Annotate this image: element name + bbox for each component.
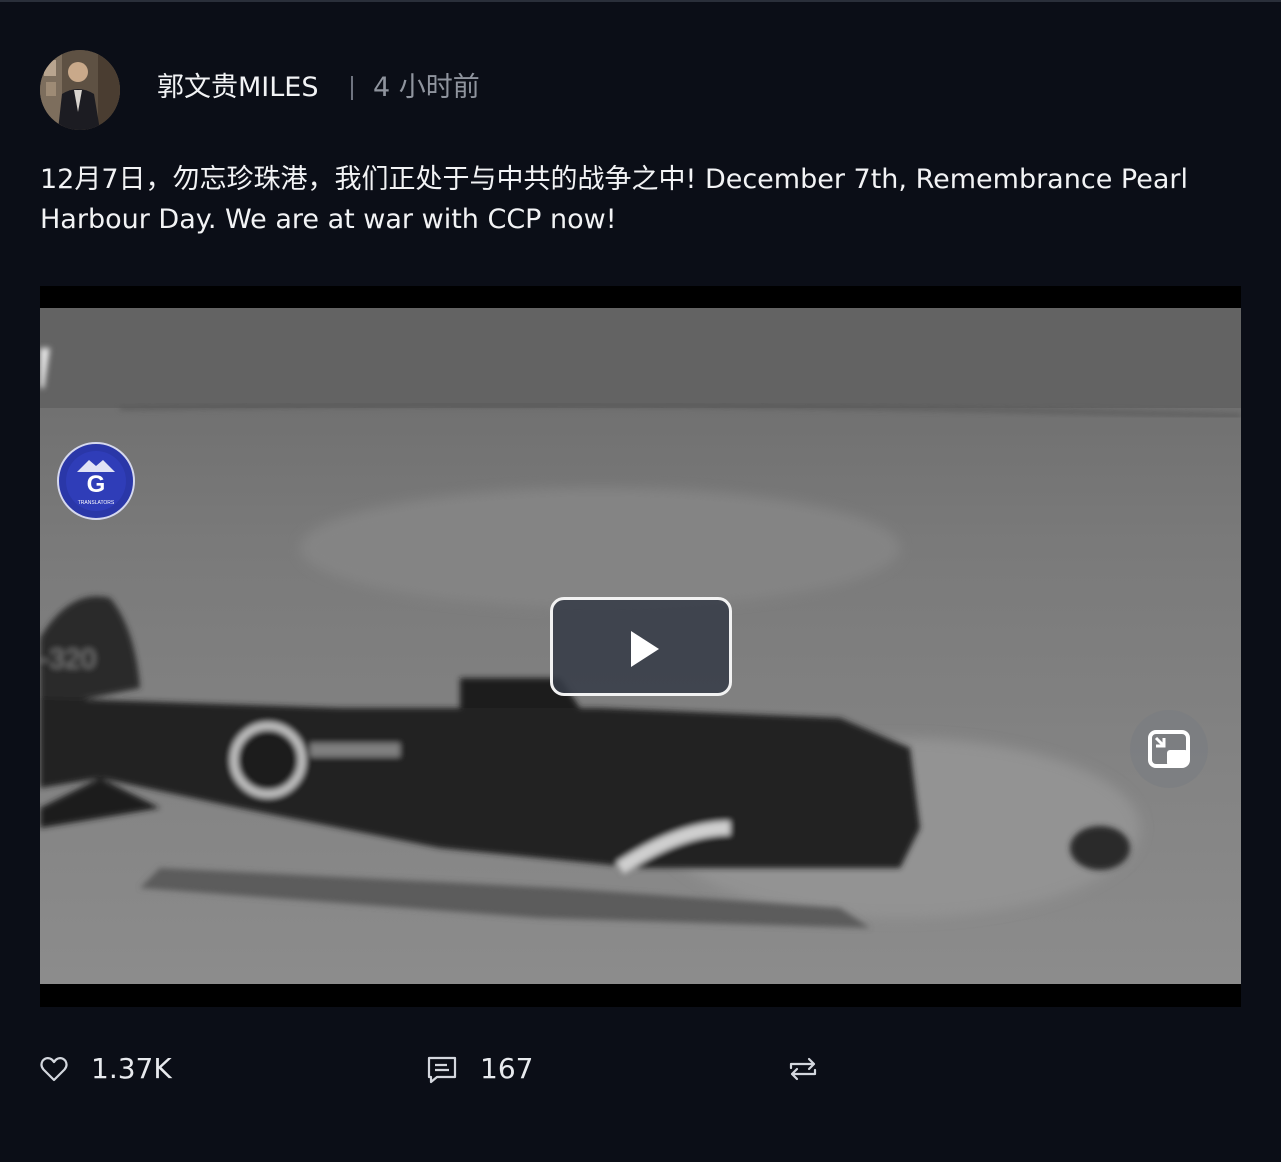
svg-text:-320: -320 [40,643,96,674]
comment-button[interactable]: 167 [427,1045,547,1095]
like-count: 1.37K [91,1052,172,1085]
translators-logo: G TRANSLATORS [57,442,135,520]
avatar[interactable] [40,50,120,130]
comment-count: 167 [480,1052,534,1085]
repost-icon [789,1057,817,1081]
play-button[interactable] [550,597,732,696]
picture-in-picture-icon [1148,730,1190,768]
post-card: 郭文贵MILES 4 小时前 12月7日，勿忘珍珠港，我们正处于与中共的战争之中… [0,0,1281,1162]
picture-in-picture-button[interactable] [1130,710,1208,788]
repost-button[interactable] [788,1045,828,1095]
post-time: 4 小时前 [373,72,480,103]
logo-text: TRANSLATORS [78,500,115,506]
author-name[interactable]: 郭文贵MILES [157,70,319,106]
heart-icon [40,1056,68,1082]
comment-icon [427,1056,457,1084]
logo-letter: G [87,471,106,498]
meta-separator [351,76,353,100]
play-icon [631,631,659,667]
video-player[interactable]: -320 G TRANSLATORS [40,286,1241,1007]
post-text: 12月7日，勿忘珍珠港，我们正处于与中共的战争之中! December 7th,… [40,164,1188,235]
post-actions: 1.37K 167 [0,1045,1281,1095]
like-button[interactable]: 1.37K [40,1045,180,1095]
